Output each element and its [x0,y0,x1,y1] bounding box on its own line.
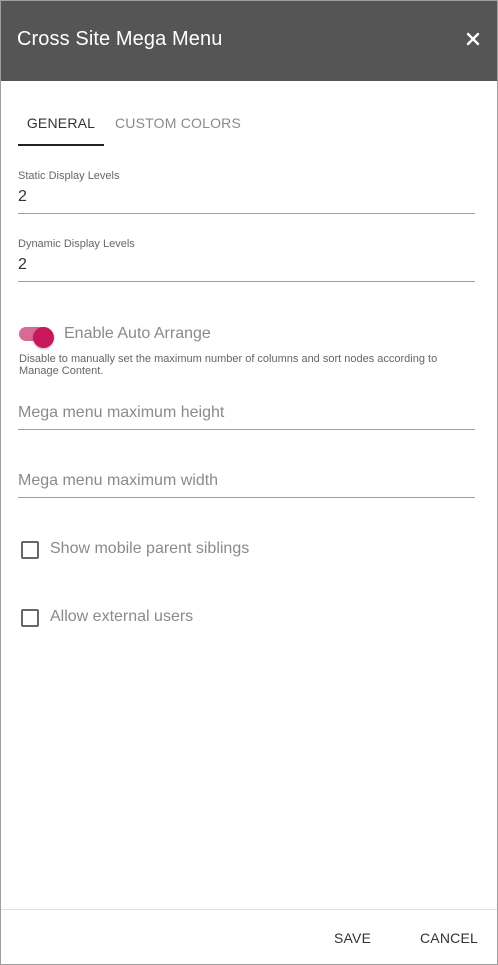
max-width-placeholder: Mega menu maximum width [18,472,219,489]
dialog-title: Cross Site Mega Menu [17,28,223,50]
auto-arrange-row: Enable Auto Arrange [19,323,479,349]
dialog-header: Cross Site Mega Menu [1,1,497,81]
static-display-levels-label: Static Display Levels [18,170,120,182]
tab-bar: GENERAL CUSTOM COLORS [17,99,481,146]
mega-menu-dialog: Cross Site Mega Menu GENERAL CUSTOM COLO… [0,0,498,965]
max-height-placeholder: Mega menu maximum height [18,404,225,421]
dynamic-display-levels-field[interactable]: Dynamic Display Levels 2 [18,238,475,282]
mobile-parent-siblings-row[interactable]: Show mobile parent siblings [21,539,421,561]
external-users-label: Allow external users [50,608,194,625]
max-width-input[interactable]: Mega menu maximum width [18,469,475,498]
external-users-row[interactable]: Allow external users [21,607,421,629]
cancel-button[interactable]: CANCEL [420,930,478,946]
auto-arrange-label: Enable Auto Arrange [64,325,211,342]
tab-general[interactable]: GENERAL [18,99,104,146]
external-users-checkbox[interactable] [21,609,39,627]
mobile-parent-siblings-checkbox[interactable] [21,541,39,559]
static-display-levels-field[interactable]: Static Display Levels 2 [18,170,475,214]
dynamic-display-levels-label: Dynamic Display Levels [18,238,135,250]
mobile-parent-siblings-label: Show mobile parent siblings [50,540,250,557]
auto-arrange-toggle[interactable] [19,327,54,348]
max-height-input[interactable]: Mega menu maximum height [18,401,475,430]
save-button[interactable]: SAVE [334,930,371,946]
toggle-knob [33,327,54,348]
dynamic-display-levels-value[interactable]: 2 [18,256,27,274]
dialog-footer: SAVE CANCEL [1,909,497,964]
auto-arrange-hint: Disable to manually set the maximum numb… [19,353,438,377]
tab-custom-colors[interactable]: CUSTOM COLORS [115,99,241,144]
close-icon[interactable] [465,31,481,47]
static-display-levels-value[interactable]: 2 [18,188,27,206]
